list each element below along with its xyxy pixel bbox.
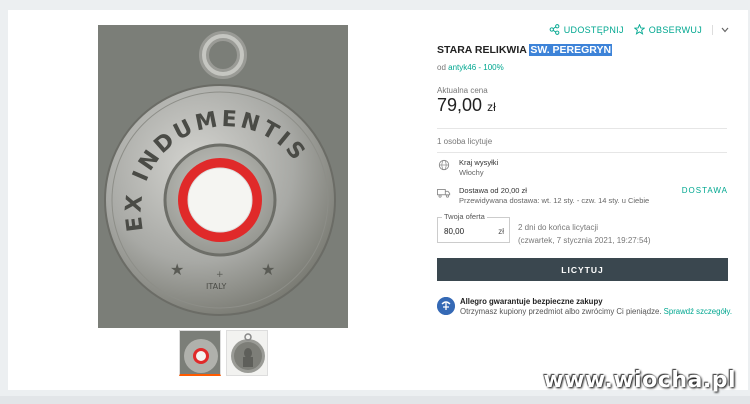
seller-link[interactable]: antyk46 - 100%: [448, 63, 504, 72]
shield-icon: [437, 297, 455, 315]
svg-text:EX INDUMENTIS: EX INDUMENTIS: [122, 107, 312, 233]
bidders-count: 1 osoba licytuje: [437, 137, 493, 146]
delivery-label: Dostawa od 20,00 zł: [459, 186, 527, 195]
medal-text: EX INDUMENTIS: [122, 107, 309, 233]
price-value: 79,00 zł: [437, 95, 496, 116]
shipping-country-label: Kraj wysyłki: [459, 158, 499, 167]
bid-input[interactable]: Twoja oferta 80,00 zł: [437, 212, 510, 243]
thumbnail-1[interactable]: [179, 330, 221, 376]
divider: [437, 152, 727, 153]
share-icon: [549, 24, 560, 35]
top-actions: UDOSTĘPNIJ OBSERWUJ: [549, 24, 730, 35]
auction-time-info: 2 dni do końca licytacji (czwartek, 7 st…: [518, 221, 651, 247]
divider: [437, 128, 727, 129]
seller-info: od antyk46 - 100%: [437, 63, 504, 72]
delivery-estimate: Przewidywana dostawa: wt. 12 sty. - czw.…: [459, 196, 650, 205]
bid-input-label: Twoja oferta: [442, 212, 487, 221]
share-button[interactable]: UDOSTĘPNIJ: [549, 24, 624, 35]
time-left: 2 dni do końca licytacji: [518, 223, 599, 232]
follow-button[interactable]: OBSERWUJ: [633, 24, 702, 35]
share-label: UDOSTĘPNIJ: [563, 24, 624, 35]
medal-inscription: EX INDUMENTIS ITALY: [122, 107, 312, 291]
seller-prefix: od: [437, 63, 446, 72]
guarantee-text-block: Otrzymasz kupiony przedmiot albo zwrócim…: [460, 307, 732, 317]
follow-label: OBSERWUJ: [648, 24, 702, 35]
truck-icon: [437, 189, 451, 198]
shipping-country-row: Kraj wysyłki Włochy: [437, 158, 727, 180]
listing-card: ★ ★ + EX INDUMENTIS ITALY UDOSTĘPNIJ OBS…: [8, 10, 748, 390]
bid-input-value[interactable]: 80,00: [444, 227, 464, 236]
price-currency: zł: [487, 100, 496, 114]
title-highlighted: SW. PEREGRYN: [529, 44, 613, 56]
thumbnail-2[interactable]: [226, 330, 268, 376]
delivery-link[interactable]: DOSTAWA: [682, 186, 728, 195]
guarantee-text: Otrzymasz kupiony przedmiot albo zwrócim…: [460, 307, 662, 316]
guarantee-link[interactable]: Sprawdź szczegóły.: [664, 307, 732, 316]
more-button[interactable]: [712, 24, 730, 35]
star-icon: [633, 24, 645, 35]
globe-icon: [438, 159, 450, 171]
title-text: STARA RELIKWIA: [437, 44, 527, 56]
guarantee-title: Allegro gwarantuje bezpieczne zakupy: [460, 297, 603, 306]
watermark: www.wiocha.pl: [543, 368, 736, 393]
bid-input-currency: zł: [498, 227, 504, 236]
shipping-country: Włochy: [459, 168, 484, 177]
bid-button[interactable]: LICYTUJ: [437, 258, 728, 281]
medal-italy-text: ITALY: [206, 282, 226, 291]
price-label: Aktualna cena: [437, 86, 488, 95]
chevron-down-icon: [721, 27, 728, 32]
main-product-image[interactable]: ★ ★ + EX INDUMENTIS ITALY: [98, 25, 348, 328]
price-amount: 79,00: [437, 95, 483, 115]
end-date: (czwartek, 7 stycznia 2021, 19:27:54): [518, 236, 651, 245]
bottom-bar: [0, 396, 750, 404]
product-title: STARA RELIKWIA SW. PEREGRYN: [437, 44, 613, 56]
